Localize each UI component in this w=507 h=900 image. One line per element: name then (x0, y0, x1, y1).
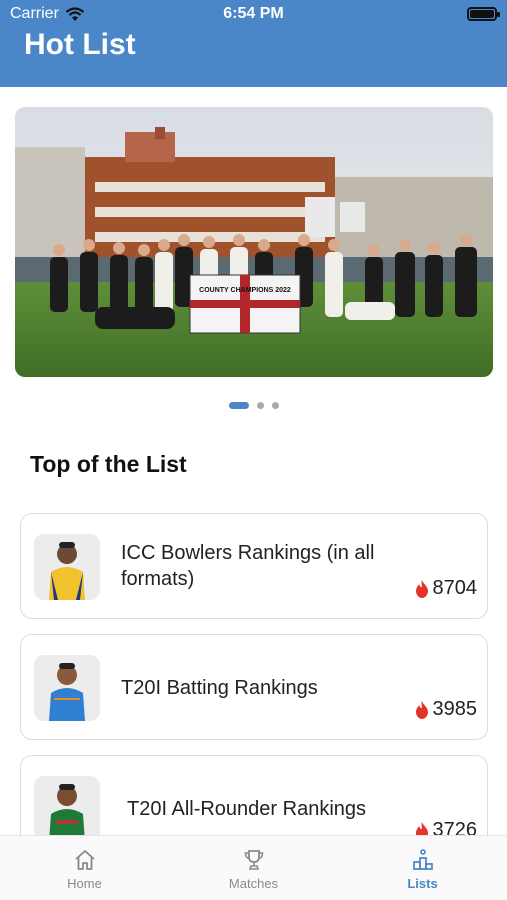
tab-label: Home (67, 876, 102, 891)
list-item[interactable]: ICC Bowlers Rankings (in all formats) 87… (20, 513, 488, 619)
player-avatar (34, 534, 100, 600)
banner-text: COUNTY CHAMPIONS 2022 (199, 287, 291, 294)
team-celebration-photo: COUNTY CHAMPIONS 2022 (15, 107, 493, 377)
tab-bar: Home Matches Lists (0, 835, 507, 900)
podium-icon (412, 849, 433, 870)
list-item-score: 3726 (415, 819, 478, 835)
score-value: 3985 (432, 698, 478, 720)
list-item-title: T20I Batting Rankings (121, 677, 318, 699)
page-dot-1[interactable] (228, 402, 249, 409)
list-item[interactable]: T20I All-Rounder Rankings 3726 (20, 755, 488, 835)
section-title: Top of the List (30, 451, 187, 477)
home-icon (74, 850, 95, 870)
battery-icon (467, 7, 500, 21)
page-dot-3[interactable] (271, 402, 279, 409)
score-value: 3726 (432, 819, 478, 835)
flame-icon (415, 700, 428, 719)
status-bar: Carrier 6:54 PM (0, 5, 507, 25)
list-item[interactable]: T20I Batting Rankings 3985 (20, 634, 488, 740)
tab-lists[interactable]: Lists (338, 836, 507, 900)
tab-home[interactable]: Home (0, 836, 169, 900)
status-time: 6:54 PM (223, 5, 284, 22)
list-item-score: 8704 (415, 577, 478, 600)
player-avatar (34, 776, 100, 835)
flame-icon (415, 821, 428, 835)
rankings-list[interactable]: ICC Bowlers Rankings (in all formats) 87… (0, 505, 507, 835)
list-item-title: T20I All-Rounder Rankings (127, 798, 367, 820)
tab-label: Matches (228, 876, 279, 891)
tab-label: Lists (407, 876, 438, 891)
list-item-score: 3985 (415, 698, 478, 721)
score-value: 8704 (432, 577, 478, 599)
list-item-title: ICC Bowlers Rankings (in all formats) (121, 542, 375, 590)
jersey-shape (49, 688, 85, 721)
page-dot-2[interactable] (256, 402, 264, 409)
app-header: Carrier 6:54 PM Hot List (0, 0, 507, 87)
carousel-page-indicator[interactable] (0, 402, 507, 409)
hero-carousel-image[interactable]: COUNTY CHAMPIONS 2022 (15, 107, 493, 377)
tab-matches[interactable]: Matches (169, 836, 338, 900)
flame-icon (415, 579, 428, 598)
trophy-icon (244, 850, 263, 870)
page-title: Hot List (24, 28, 136, 61)
player-avatar (34, 655, 100, 721)
